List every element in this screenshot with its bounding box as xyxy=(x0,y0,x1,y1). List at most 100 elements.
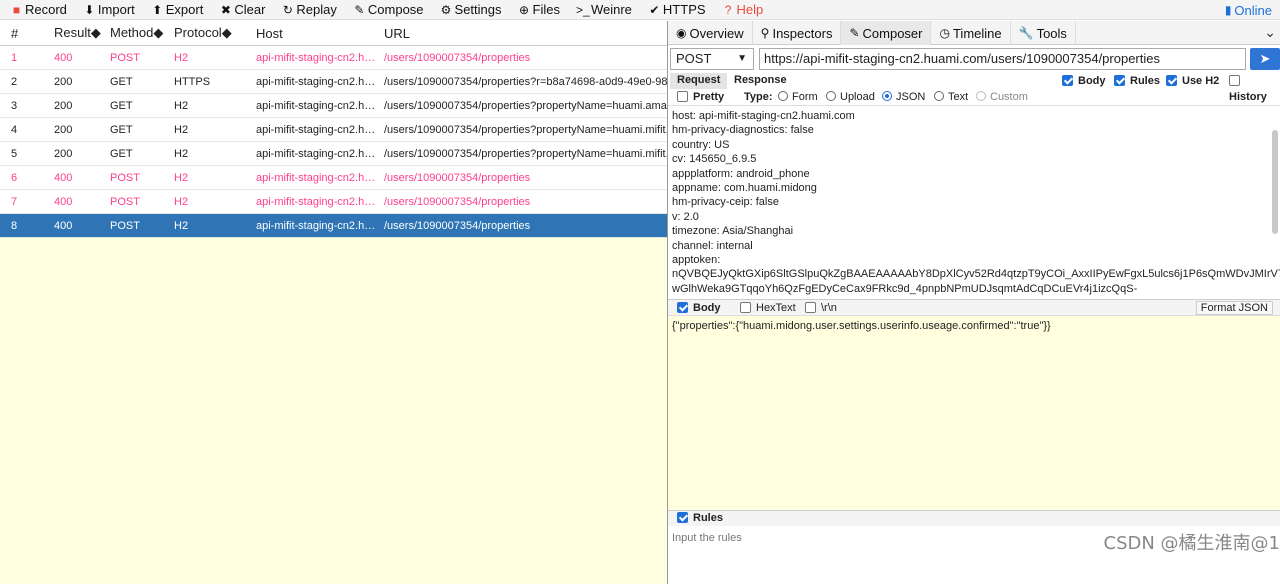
table-row[interactable]: 3 200 GET H2 api-mifit-staging-cn2.huami… xyxy=(0,94,667,118)
settings-button[interactable]: ⚙ Settings xyxy=(430,0,508,20)
rules-option[interactable]: Rules xyxy=(1114,73,1160,89)
compose-button[interactable]: ✎ Compose xyxy=(343,0,430,20)
type-json-label: JSON xyxy=(896,91,926,103)
table-row[interactable]: 2 200 GET HTTPS api-mifit-staging-cn2.hu… xyxy=(0,70,667,94)
online-label: Online xyxy=(1234,2,1272,18)
history-option[interactable]: History xyxy=(1229,73,1280,103)
body-toggle[interactable]: Body xyxy=(677,301,721,316)
cell-method: POST xyxy=(110,172,140,184)
body-option[interactable]: Body xyxy=(1062,73,1106,89)
col-host-header[interactable]: Host xyxy=(256,26,283,41)
clear-icon: ✖ xyxy=(220,2,231,17)
header-line: country: US xyxy=(672,138,730,151)
type-json-radio[interactable]: JSON xyxy=(882,90,925,105)
cell-method: GET xyxy=(110,148,133,160)
header-line: nQVBQEJyQktGXip6SltGSlpuQkZgBAAEAAAAAbY8… xyxy=(672,268,1280,281)
upload-circle-icon: ⊕ xyxy=(518,2,530,17)
checkbox-icon xyxy=(1229,75,1240,86)
cell-protocol: H2 xyxy=(174,100,189,112)
tab-inspectors[interactable]: ⚲ Inspectors xyxy=(753,21,842,45)
table-row[interactable]: 5 200 GET H2 api-mifit-staging-cn2.huami… xyxy=(0,142,667,166)
type-custom-radio[interactable]: Custom xyxy=(976,90,1028,105)
checkmark-icon: ✔ xyxy=(649,2,660,17)
bar-chart-icon: ▮ xyxy=(1224,3,1232,17)
https-button[interactable]: ✔ HTTPS xyxy=(638,0,712,20)
body-bar: Body HexText \r\n Format JSON xyxy=(668,299,1280,316)
replay-label: Replay xyxy=(296,2,337,17)
online-button[interactable]: ▮ Online xyxy=(1225,0,1272,20)
col-url-header[interactable]: URL xyxy=(384,26,410,41)
cell-result: 200 xyxy=(54,76,73,88)
send-button[interactable]: ➤ xyxy=(1250,48,1280,70)
files-button[interactable]: ⊕ Files xyxy=(508,0,566,20)
request-response-tabs: Request Response Body Rules Use H2 Histo… xyxy=(668,73,1280,103)
checkbox-checked-icon xyxy=(1062,75,1073,86)
export-icon: ⬆ xyxy=(152,2,163,17)
cell-url: /users/1090007354/properties xyxy=(384,196,531,208)
chevron-down-icon[interactable]: ⌄ xyxy=(1264,24,1276,41)
col-num-header[interactable]: # xyxy=(11,26,18,41)
col-method-header[interactable]: Method◆ xyxy=(110,25,163,41)
crlf-toggle[interactable]: \r\n xyxy=(805,301,837,316)
tab-tools[interactable]: 🔧 Tools xyxy=(1011,21,1076,45)
radio-icon xyxy=(778,91,788,101)
cell-num: 6 xyxy=(11,172,18,184)
detail-tabs: ◉ Overview ⚲ Inspectors ✎ Composer ◷ Timelin… xyxy=(668,21,1280,45)
url-input[interactable]: https://api-mifit-staging-cn2.huami.com/… xyxy=(759,48,1246,70)
cell-host: api-mifit-staging-cn2.huami.com xyxy=(256,100,378,112)
cell-protocol: H2 xyxy=(174,148,189,160)
settings-label: Settings xyxy=(454,2,502,17)
type-text-label: Text xyxy=(948,91,969,103)
terminal-icon: >_ xyxy=(575,2,590,17)
table-row[interactable]: 7 400 POST H2 api-mifit-staging-cn2.huam… xyxy=(0,190,667,214)
table-row[interactable]: 1 400 POST H2 api-mifit-staging-cn2.huam… xyxy=(0,46,667,70)
header-line: channel: internal xyxy=(672,239,753,252)
body-editor[interactable]: {"properties":{"huami.midong.user.settin… xyxy=(668,316,1280,510)
radio-selected-icon xyxy=(882,91,892,101)
table-row-selected[interactable]: 8 400 POST H2 api-mifit-staging-cn2.huam… xyxy=(0,214,667,238)
header-line: v: 2.0 xyxy=(672,210,699,223)
use-h2-option-label: Use H2 xyxy=(1182,75,1220,87)
cell-host: api-mifit-staging-cn2.huami.com xyxy=(256,196,378,208)
tab-overview[interactable]: ◉ Overview xyxy=(668,21,753,45)
format-json-button[interactable]: Format JSON xyxy=(1195,301,1273,315)
replay-button[interactable]: ↻ Replay xyxy=(271,0,342,20)
rules-toggle[interactable]: Rules xyxy=(677,511,723,526)
table-row[interactable]: 4 200 GET H2 api-mifit-staging-cn2.huami… xyxy=(0,118,667,142)
tab-composer[interactable]: ✎ Composer xyxy=(841,21,932,45)
table-row[interactable]: 6 400 POST H2 api-mifit-staging-cn2.huam… xyxy=(0,166,667,190)
gear-icon: ⚙ xyxy=(440,2,452,17)
tab-timeline[interactable]: ◷ Timeline xyxy=(931,21,1011,45)
url-bar: POST ▼ https://api-mifit-staging-cn2.huam… xyxy=(668,48,1280,72)
method-select[interactable]: POST ▼ xyxy=(670,48,754,70)
cell-url: /users/1090007354/properties?r=b8a74698-… xyxy=(384,76,667,88)
cell-method: POST xyxy=(110,52,140,64)
tab-request[interactable]: Request xyxy=(670,73,728,89)
table-header: # Result◆ Method◆ Protocol◆ Host URL xyxy=(0,21,667,46)
tab-response[interactable]: Response xyxy=(727,73,794,89)
use-h2-option[interactable]: Use H2 xyxy=(1166,73,1219,89)
https-label: HTTPS xyxy=(662,2,706,17)
cell-result: 400 xyxy=(54,172,73,184)
import-button[interactable]: ⬇ Import xyxy=(73,0,141,20)
type-upload-radio[interactable]: Upload xyxy=(826,90,875,105)
cell-num: 1 xyxy=(11,52,18,64)
export-button[interactable]: ⬆ Export xyxy=(141,0,210,20)
col-result-header[interactable]: Result◆ xyxy=(54,25,101,41)
type-form-radio[interactable]: Form xyxy=(778,90,818,105)
wrench-icon: 🔧 xyxy=(1018,26,1034,40)
col-protocol-header[interactable]: Protocol◆ xyxy=(174,25,232,41)
type-text-radio[interactable]: Text xyxy=(934,90,968,105)
pretty-option[interactable]: Pretty xyxy=(677,90,724,105)
hextext-toggle[interactable]: HexText xyxy=(740,301,796,316)
header-line: wGlhWeka9GTqqoYh6QzFgEDyCeCax9FRkc9d_4pn… xyxy=(672,282,1138,295)
cell-method: GET xyxy=(110,76,133,88)
help-button[interactable]: ? Help xyxy=(712,0,770,20)
weinre-button[interactable]: >_ Weinre xyxy=(566,0,638,20)
clear-button[interactable]: ✖ Clear xyxy=(209,0,271,20)
cell-result: 200 xyxy=(54,148,73,160)
request-headers-editor[interactable]: host: api-mifit-staging-cn2.huami.com hm… xyxy=(668,109,1280,298)
record-button[interactable]: ■ Record xyxy=(0,0,73,20)
headers-scrollbar[interactable] xyxy=(1272,130,1278,234)
header-line: hm-privacy-diagnostics: false xyxy=(672,124,814,137)
